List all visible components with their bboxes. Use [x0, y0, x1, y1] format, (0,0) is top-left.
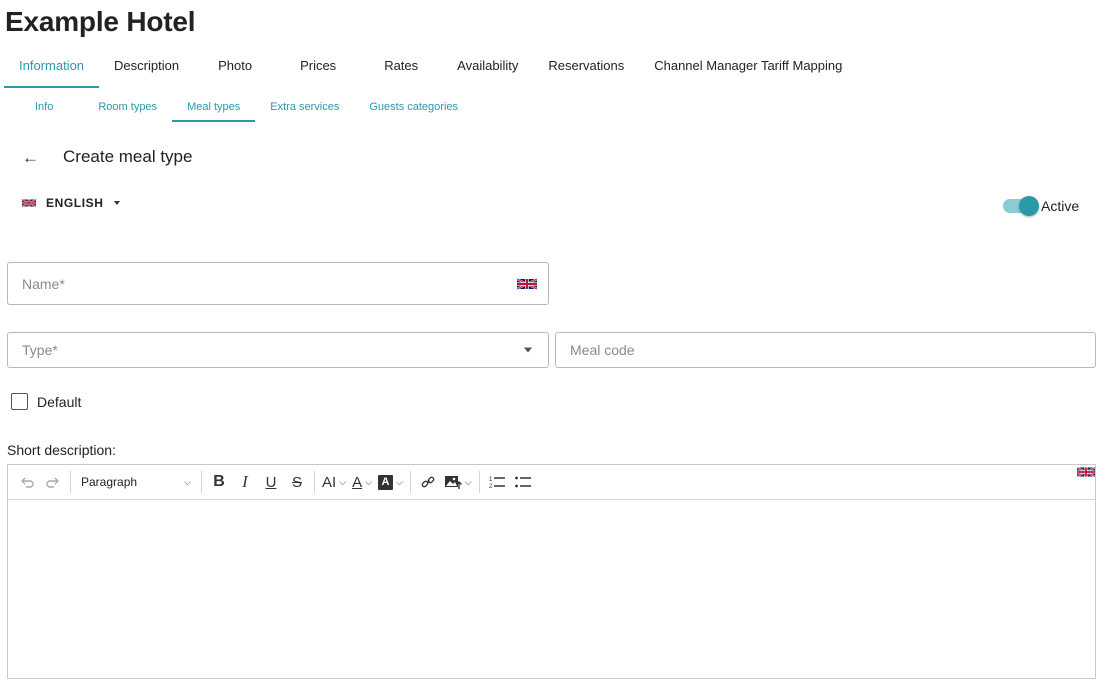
subtab-guests-categories[interactable]: Guests categories: [354, 94, 473, 122]
chevron-down-icon: ⌵: [464, 476, 472, 487]
chevron-down-icon: ⌵: [339, 476, 347, 487]
subtab-meal-types[interactable]: Meal types: [172, 94, 256, 122]
caret-down-icon: [524, 347, 532, 353]
chevron-down-icon: ⌵: [184, 476, 191, 487]
language-label: ENGLISH: [46, 196, 104, 210]
numbered-list-icon[interactable]: 12: [484, 469, 510, 495]
language-select[interactable]: ENGLISH: [22, 196, 120, 210]
bulleted-list-icon[interactable]: [510, 469, 536, 495]
font-size-icon[interactable]: AI ⌵: [319, 469, 349, 495]
paragraph-select[interactable]: Paragraph ⌵: [75, 469, 197, 495]
subtab-extra-services[interactable]: Extra services: [255, 94, 354, 122]
chevron-down-icon: ⌵: [396, 476, 403, 487]
type-placeholder: Type*: [22, 342, 58, 358]
tab-photo[interactable]: Photo: [194, 48, 276, 88]
tab-reservations[interactable]: Reservations: [533, 48, 639, 88]
toggle-track: [1003, 196, 1039, 216]
font-color-icon[interactable]: A ⌵: [349, 469, 375, 495]
subtab-room-types[interactable]: Room types: [68, 94, 172, 122]
paragraph-label: Paragraph: [81, 475, 138, 489]
main-tabs: Information Description Photo Prices Rat…: [4, 48, 857, 88]
checkbox-box[interactable]: [11, 393, 28, 410]
arrow-left-icon[interactable]: ←: [22, 148, 39, 168]
default-checkbox[interactable]: Default: [11, 393, 81, 410]
svg-text:2: 2: [489, 484, 493, 490]
uk-flag-icon: [22, 198, 36, 208]
svg-text:1: 1: [489, 477, 493, 483]
tab-rates[interactable]: Rates: [360, 48, 442, 88]
uk-flag-icon: [517, 277, 537, 290]
tab-channel-manager-tariff-mapping[interactable]: Channel Manager Tariff Mapping: [639, 48, 857, 88]
short-description-label: Short description:: [7, 442, 116, 458]
toolbar-divider: [70, 471, 71, 493]
name-placeholder: Name*: [22, 275, 65, 292]
toolbar-divider: [201, 471, 202, 493]
strikethrough-icon[interactable]: S: [284, 469, 310, 495]
sub-tabs: Info Room types Meal types Extra service…: [20, 94, 473, 122]
editor-toolbar: Paragraph ⌵ B I U S AI ⌵ A ⌵ A ⌵ ⌵ 12: [8, 465, 1095, 500]
underline-icon[interactable]: U: [258, 469, 284, 495]
highlight-icon[interactable]: A ⌵: [375, 469, 406, 495]
redo-icon[interactable]: [40, 469, 66, 495]
link-icon[interactable]: [415, 469, 441, 495]
active-toggle[interactable]: Active: [1003, 196, 1080, 216]
tab-information[interactable]: Information: [4, 48, 100, 88]
meal-code-placeholder: Meal code: [570, 342, 635, 358]
insert-image-icon[interactable]: ⌵: [441, 469, 475, 495]
subtab-info[interactable]: Info: [20, 94, 68, 122]
toolbar-divider: [409, 471, 411, 493]
default-label: Default: [37, 393, 82, 410]
uk-flag-icon: [1077, 466, 1095, 478]
toolbar-divider: [478, 471, 480, 493]
editor-content-area[interactable]: [8, 500, 1095, 678]
tab-prices[interactable]: Prices: [276, 48, 360, 88]
tab-description[interactable]: Description: [99, 48, 194, 88]
name-input[interactable]: Name*: [7, 262, 549, 305]
hotel-title: Example Hotel: [5, 6, 196, 37]
tab-availability[interactable]: Availability: [442, 48, 533, 88]
undo-icon[interactable]: [14, 469, 40, 495]
bold-icon[interactable]: B: [206, 469, 232, 495]
toolbar-divider: [314, 471, 315, 493]
page-title: Create meal type: [63, 147, 193, 166]
short-description-editor: Paragraph ⌵ B I U S AI ⌵ A ⌵ A ⌵ ⌵ 12: [7, 464, 1096, 679]
type-select[interactable]: Type*: [7, 332, 549, 368]
chevron-down-icon: ⌵: [365, 476, 372, 487]
italic-icon[interactable]: I: [232, 469, 258, 495]
active-label: Active: [1041, 198, 1080, 214]
toggle-thumb: [1019, 196, 1039, 216]
chevron-down-icon: [113, 201, 120, 205]
meal-code-input[interactable]: Meal code: [555, 332, 1096, 368]
